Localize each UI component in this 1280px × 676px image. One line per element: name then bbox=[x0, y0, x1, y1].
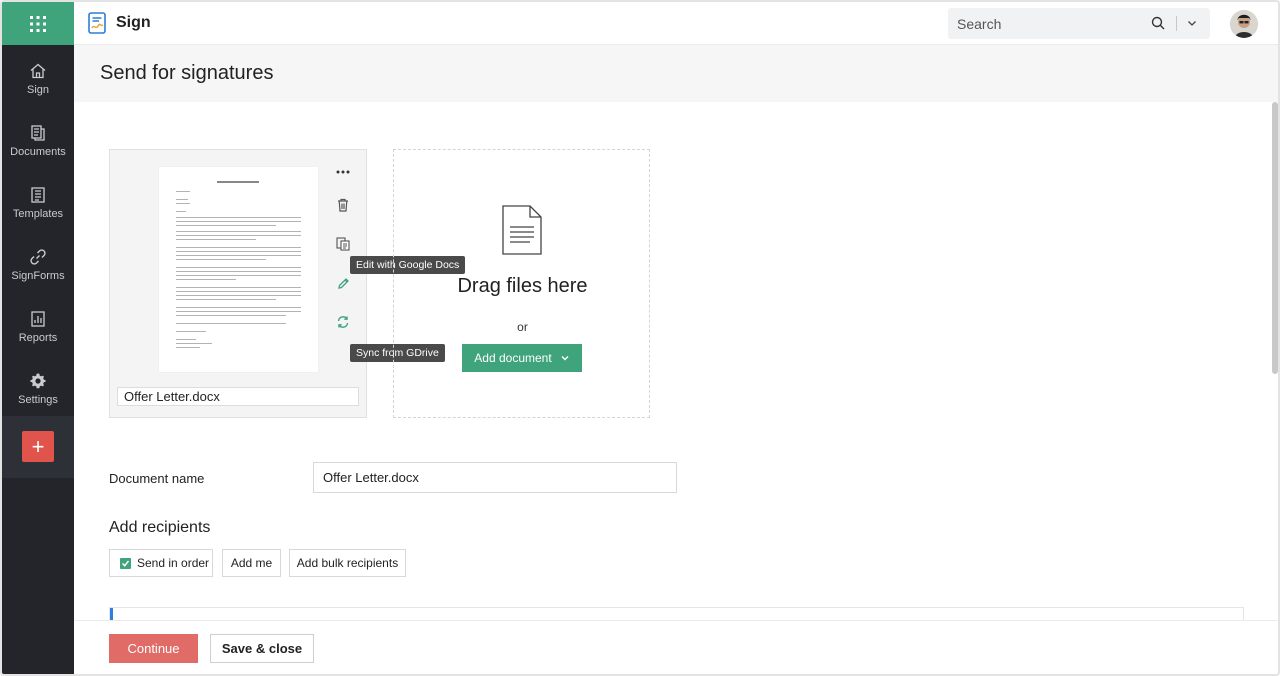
google-docs-edit-icon bbox=[336, 237, 350, 251]
sidebar-item-label: SignForms bbox=[11, 270, 65, 282]
app-grid-button[interactable] bbox=[2, 2, 74, 45]
sidebar-item-documents[interactable]: Documents bbox=[2, 118, 74, 170]
add-bulk-recipients-label: Add bulk recipients bbox=[296, 556, 399, 570]
file-name-field: Offer Letter.docx bbox=[117, 387, 359, 406]
gear-icon bbox=[30, 373, 46, 389]
documents-icon bbox=[31, 125, 45, 141]
sidebar-item-reports[interactable]: Reports bbox=[2, 304, 74, 356]
page-header: Send for signatures bbox=[74, 45, 1278, 102]
send-in-order-checkbox[interactable]: Send in order bbox=[109, 549, 213, 577]
sync-gdrive-button[interactable] bbox=[333, 312, 353, 332]
templates-icon bbox=[31, 187, 45, 203]
scrollbar[interactable] bbox=[1272, 102, 1278, 374]
add-recipients-heading: Add recipients bbox=[109, 519, 211, 536]
sign-logo-icon bbox=[88, 12, 106, 34]
drop-zone-or: or bbox=[517, 320, 528, 334]
sidebar-item-settings[interactable]: Settings bbox=[2, 366, 74, 418]
trash-icon bbox=[338, 198, 348, 212]
search-icon[interactable] bbox=[1151, 16, 1165, 30]
app-name: Sign bbox=[116, 14, 151, 31]
edit-document-button[interactable] bbox=[333, 273, 353, 293]
sidebar-item-label: Settings bbox=[18, 394, 58, 406]
page-title: Send for signatures bbox=[100, 62, 274, 84]
grid-icon bbox=[30, 15, 46, 32]
recipient-row bbox=[109, 607, 1244, 622]
sidebar-item-templates[interactable]: Templates bbox=[2, 180, 74, 232]
reports-icon bbox=[31, 311, 45, 327]
search-divider bbox=[1176, 16, 1177, 31]
chevron-down-icon bbox=[561, 356, 569, 361]
search-box bbox=[948, 8, 1210, 39]
sidebar-item-label: Documents bbox=[10, 146, 66, 158]
chevron-down-icon[interactable] bbox=[1186, 17, 1198, 29]
send-in-order-label: Send in order bbox=[137, 556, 210, 570]
file-icon bbox=[502, 205, 542, 255]
more-dots-icon bbox=[336, 170, 350, 174]
user-avatar-icon bbox=[1230, 10, 1258, 38]
delete-document-button[interactable] bbox=[333, 195, 353, 215]
checkbox-checked-icon bbox=[120, 557, 131, 569]
save-close-button[interactable]: Save & close bbox=[210, 634, 314, 663]
create-new-button[interactable]: + bbox=[22, 431, 54, 462]
more-options-button[interactable] bbox=[333, 162, 353, 182]
continue-button[interactable]: Continue bbox=[109, 634, 198, 663]
add-me-button[interactable]: Add me bbox=[222, 549, 281, 577]
footer-actions: Continue Save & close bbox=[74, 620, 1278, 674]
home-icon bbox=[30, 63, 46, 79]
brand[interactable]: Sign bbox=[88, 12, 151, 34]
sidebar-item-signforms[interactable]: SignForms bbox=[2, 242, 74, 294]
add-document-label: Add document bbox=[474, 351, 552, 365]
add-me-label: Add me bbox=[230, 556, 273, 570]
document-name-input[interactable] bbox=[313, 462, 677, 493]
sidebar-item-label: Templates bbox=[12, 208, 64, 220]
sidebar-item-label: Reports bbox=[18, 332, 58, 344]
edit-google-docs-button[interactable] bbox=[333, 234, 353, 254]
avatar[interactable] bbox=[1230, 10, 1258, 38]
sidebar-item-label: Sign bbox=[26, 84, 50, 96]
drop-zone-title: Drag files here bbox=[457, 275, 588, 297]
sync-icon bbox=[337, 316, 349, 328]
add-document-button[interactable]: Add document bbox=[462, 344, 582, 372]
document-name-label: Document name bbox=[109, 471, 205, 486]
search-input[interactable] bbox=[948, 8, 1148, 39]
uploaded-document-card: Offer Letter.docx bbox=[109, 149, 367, 418]
app-window: Sign Documents Templates SignForms Repor… bbox=[0, 0, 1280, 676]
add-bulk-recipients-button[interactable]: Add bulk recipients bbox=[289, 549, 406, 577]
sidebar-item-sign[interactable]: Sign bbox=[2, 56, 74, 108]
document-thumbnail[interactable] bbox=[159, 167, 318, 372]
link-icon bbox=[30, 249, 46, 265]
file-drop-zone[interactable]: Drag files here or Add document bbox=[393, 149, 650, 418]
top-bar: Sign bbox=[74, 2, 1278, 45]
pencil-icon bbox=[337, 277, 349, 289]
sidebar: Sign Documents Templates SignForms Repor… bbox=[2, 2, 74, 674]
